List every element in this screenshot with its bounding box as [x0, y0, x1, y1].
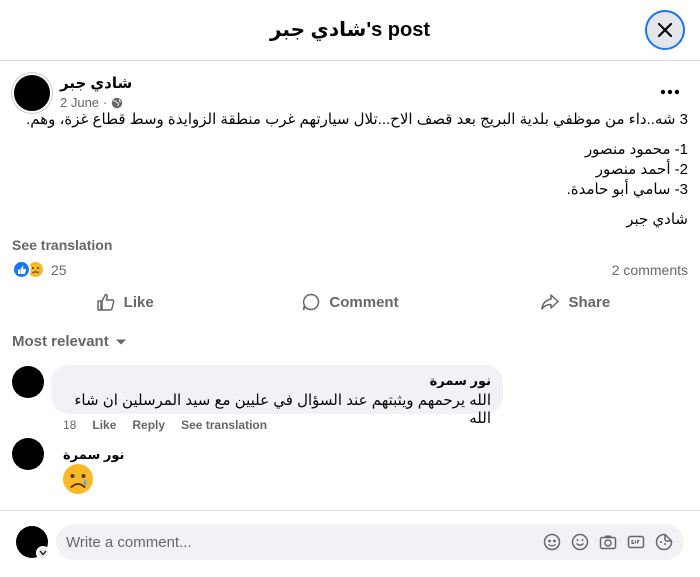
share-label: Share — [568, 293, 611, 311]
comment-composer — [0, 510, 700, 577]
avatar-sticker-button[interactable] — [542, 532, 562, 552]
emoji-icon — [571, 533, 589, 551]
sort-label: Most relevant — [12, 333, 109, 350]
post-line: 3 شه..داء من موظفي بلدية البريج بعد قصف … — [26, 111, 688, 128]
post-line: 2- أحمد منصور — [595, 161, 688, 178]
more-icon — [660, 89, 680, 95]
chevron-down-icon — [115, 339, 126, 344]
comment-like-button[interactable]: Like — [92, 418, 116, 432]
share-icon — [541, 294, 560, 310]
see-translation-link[interactable]: See translation — [12, 237, 112, 253]
post-meta: 2 June · — [60, 95, 123, 110]
post-text: 3 شه..داء من موظفي بلدية البريج بعد قصف … — [12, 110, 688, 230]
comment-see-translation[interactable]: See translation — [181, 418, 267, 432]
comments-count[interactable]: 2 comments — [612, 262, 688, 278]
composer-tools — [542, 532, 674, 552]
avatar-dropdown[interactable] — [36, 546, 50, 560]
share-button[interactable]: Share — [463, 284, 688, 320]
author-name[interactable]: شادي جبر — [60, 74, 132, 92]
comment-bubble: نور سمرة الله يرحمهم ويثبتهم عند السؤال … — [51, 365, 503, 427]
globe-icon[interactable] — [111, 97, 123, 109]
chevron-down-icon — [39, 550, 47, 556]
reaction-count: 25 — [51, 261, 67, 278]
more-options-button[interactable] — [652, 80, 688, 104]
dialog-header: شادي جبر's post — [0, 0, 700, 61]
sticker-icon — [655, 533, 673, 551]
post-date[interactable]: 2 June — [60, 95, 99, 110]
commenter-avatar[interactable] — [12, 438, 44, 470]
comment-label: Comment — [329, 293, 399, 311]
commenter-avatar[interactable] — [12, 366, 44, 398]
reactions-summary[interactable]: 25 — [12, 260, 67, 279]
avatar-sticker-icon — [543, 533, 561, 551]
gif-icon — [627, 535, 645, 549]
like-button[interactable]: Like — [12, 284, 237, 320]
comment-input[interactable] — [66, 533, 466, 551]
comment-author[interactable]: نور سمرة — [63, 373, 491, 389]
post-line: 1- محمود منصور — [584, 141, 688, 158]
sticker-button[interactable] — [654, 532, 674, 552]
comment-button[interactable]: Comment — [237, 284, 462, 320]
author-avatar[interactable] — [12, 73, 52, 113]
comment-sort-dropdown[interactable]: Most relevant — [12, 333, 127, 350]
like-label: Like — [123, 293, 154, 311]
meta-separator: · — [103, 95, 108, 110]
sad-emoji-sticker — [63, 464, 93, 494]
gif-button[interactable] — [626, 532, 646, 552]
comment-author[interactable]: نور سمرة — [63, 447, 124, 463]
comment-icon — [303, 293, 320, 311]
dialog-title: شادي جبر's post — [269, 19, 430, 41]
thumbs-up-icon — [96, 293, 115, 311]
camera-icon — [599, 535, 617, 550]
post-line: 3- سامي أبو حامدة. — [566, 181, 688, 198]
comment-input-container[interactable] — [56, 524, 684, 560]
like-reaction-icon — [12, 260, 31, 279]
camera-button[interactable] — [598, 532, 618, 552]
comment-reply-button[interactable]: Reply — [132, 418, 165, 432]
comment-actions: 18 Like Reply See translation — [63, 418, 267, 432]
close-icon — [657, 22, 673, 38]
comment-time[interactable]: 18 — [63, 418, 76, 432]
emoji-button[interactable] — [570, 532, 590, 552]
post-actions: Like Comment Share — [12, 284, 688, 320]
post-line: شادي جبر — [626, 211, 688, 228]
close-button[interactable] — [645, 10, 685, 50]
